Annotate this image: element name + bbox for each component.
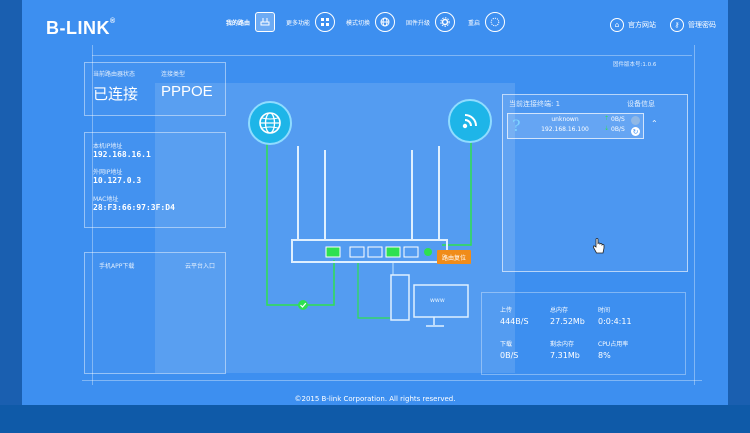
system-stats-panel: 上传 444B/S 总内存 27.52Mb 时间 0:0:4:11 下载 0B/… — [481, 292, 686, 375]
upload-label: 上传 — [500, 307, 513, 314]
app-frame: B-LINK® 我的路由 更多功能 模式切换 固件升级 重启 ⌂ 官方网站 ⚷ — [22, 0, 728, 405]
refresh-icon[interactable]: ↻ — [631, 127, 640, 136]
mem-total-label: 总内存 — [550, 307, 569, 314]
device-name: unknown — [551, 116, 579, 123]
unknown-device-icon: ? — [512, 116, 521, 135]
mem-free-label: 剩余内存 — [550, 341, 575, 348]
hand-cursor-icon — [592, 238, 605, 254]
lock-icon[interactable] — [631, 116, 640, 125]
router-reset-button[interactable]: 路由复位 — [437, 250, 471, 264]
check-icon — [298, 300, 308, 310]
bottom-band — [0, 405, 750, 433]
internet-globe-icon — [248, 101, 292, 145]
time-value: 0:0:4:11 — [598, 317, 632, 326]
download-label: 下载 — [500, 341, 513, 348]
download-value: 0B/S — [500, 351, 519, 360]
upload-arrow-icon: ⇡ — [604, 115, 610, 122]
router-icon — [291, 146, 448, 263]
cpu-value: 8% — [598, 351, 611, 360]
time-label: 时间 — [598, 307, 611, 314]
mem-total-value: 27.52Mb — [550, 317, 585, 326]
chevron-up-icon[interactable]: ⌃ — [651, 119, 658, 128]
www-label: www — [430, 297, 445, 304]
cpu-label: CPU占用率 — [598, 341, 629, 348]
device-ip: 192.168.16.100 — [541, 126, 589, 133]
upload-value: 444B/S — [500, 317, 529, 326]
device-info-label: 设备信息 — [627, 100, 655, 108]
wifi-icon — [448, 99, 492, 143]
connected-count-label: 当前连接终端: 1 — [509, 100, 561, 108]
router-ports — [325, 246, 432, 258]
mem-free-value: 7.31Mb — [550, 351, 580, 360]
device-upload-rate: 0B/S — [611, 116, 625, 123]
device-download-rate: 0B/S — [611, 126, 625, 133]
footer-copyright: ©2015 B-link Corporation. All rights res… — [294, 395, 456, 403]
download-arrow-icon: ⇣ — [604, 125, 610, 132]
device-row[interactable]: ? unknown 192.168.16.100 ⇡ 0B/S ⇣ 0B/S — [507, 113, 644, 139]
